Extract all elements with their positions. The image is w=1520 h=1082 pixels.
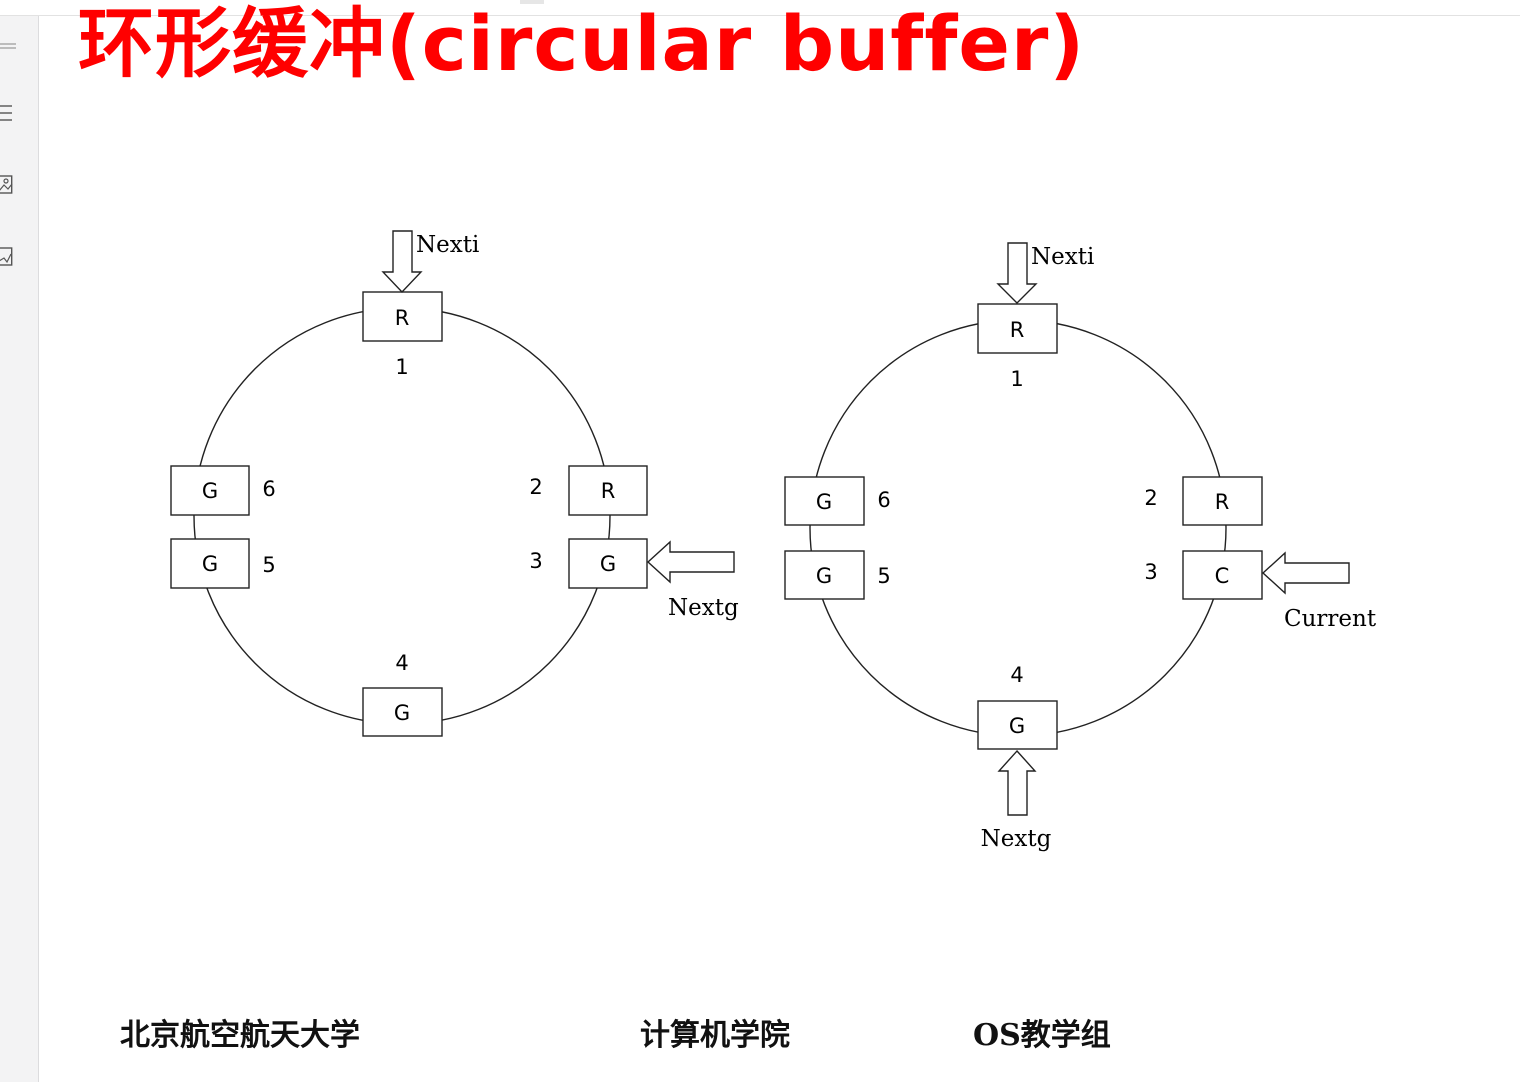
- right-slot-6-number: 6: [877, 488, 890, 512]
- right-slot-6: G 6: [784, 476, 891, 526]
- left-slot-5: G 5: [170, 538, 276, 589]
- left-nexti-arrow: Nexti: [381, 230, 479, 294]
- right-slot-6-letter: G: [816, 490, 832, 514]
- footer-group: OS教学组: [973, 1018, 1111, 1053]
- left-nexti-label: Nexti: [416, 232, 479, 258]
- right-slot-3-letter: C: [1215, 564, 1230, 588]
- left-slot-2: R 2: [529, 465, 648, 516]
- left-slot-3-letter: G: [600, 552, 616, 576]
- right-slot-4-number: 4: [1010, 663, 1023, 687]
- left-nextg-arrow: Nextg: [646, 540, 739, 621]
- left-slot-4: G 4: [362, 651, 443, 737]
- left-nextg-label: Nextg: [668, 595, 739, 621]
- left-slot-6: G 6: [170, 465, 276, 516]
- right-slot-2: R 2: [1144, 476, 1263, 526]
- right-slot-5: G 5: [784, 550, 891, 600]
- right-slot-2-number: 2: [1144, 486, 1157, 510]
- right-slot-1-letter: R: [1010, 318, 1025, 342]
- right-nextg-arrow: Nextg: [981, 749, 1052, 852]
- right-slot-2-letter: R: [1215, 490, 1230, 514]
- right-nexti-label: Nexti: [1031, 244, 1094, 270]
- left-slot-2-number: 2: [529, 475, 542, 499]
- left-slot-5-number: 5: [262, 553, 275, 577]
- left-slot-2-letter: R: [601, 479, 616, 503]
- left-slot-5-letter: G: [202, 552, 218, 576]
- right-slot-4: G 4: [977, 663, 1058, 750]
- left-slot-4-letter: G: [394, 701, 410, 725]
- left-slot-1-number: 1: [395, 355, 408, 379]
- footer-university: 北京航空航天大学: [120, 1018, 360, 1053]
- left-slot-4-number: 4: [395, 651, 408, 675]
- right-slot-1-number: 1: [1010, 367, 1023, 391]
- right-current-arrow: Current: [1261, 551, 1377, 632]
- left-slot-3-number: 3: [529, 549, 542, 573]
- right-slot-3-number: 3: [1144, 560, 1157, 584]
- right-nexti-arrow: Nexti: [996, 242, 1094, 304]
- left-slot-6-letter: G: [202, 479, 218, 503]
- right-slot-5-letter: G: [816, 564, 832, 588]
- left-ring-diagram: R 1 R 2 G 3 G 4 G 5 G 6 Nexti Nextg: [170, 230, 739, 737]
- right-ring-diagram: R 1 R 2 C 3 G 4 G 5 G 6 Nexti Current Ne…: [784, 242, 1377, 852]
- right-nextg-label: Nextg: [981, 826, 1052, 852]
- circular-buffer-diagrams: R 1 R 2 G 3 G 4 G 5 G 6 Nexti Nextg R 1 …: [170, 230, 1377, 852]
- left-slot-3: G 3: [529, 538, 648, 589]
- left-slot-6-number: 6: [262, 477, 275, 501]
- right-slot-1: R 1: [977, 303, 1058, 391]
- left-slot-1-letter: R: [395, 306, 410, 330]
- footer-school: 计算机学院: [640, 1018, 790, 1053]
- right-slot-4-letter: G: [1009, 714, 1025, 738]
- right-slot-5-number: 5: [877, 564, 890, 588]
- right-slot-3: C 3: [1144, 550, 1263, 600]
- left-slot-1: R 1: [362, 291, 443, 379]
- right-current-label: Current: [1284, 606, 1377, 632]
